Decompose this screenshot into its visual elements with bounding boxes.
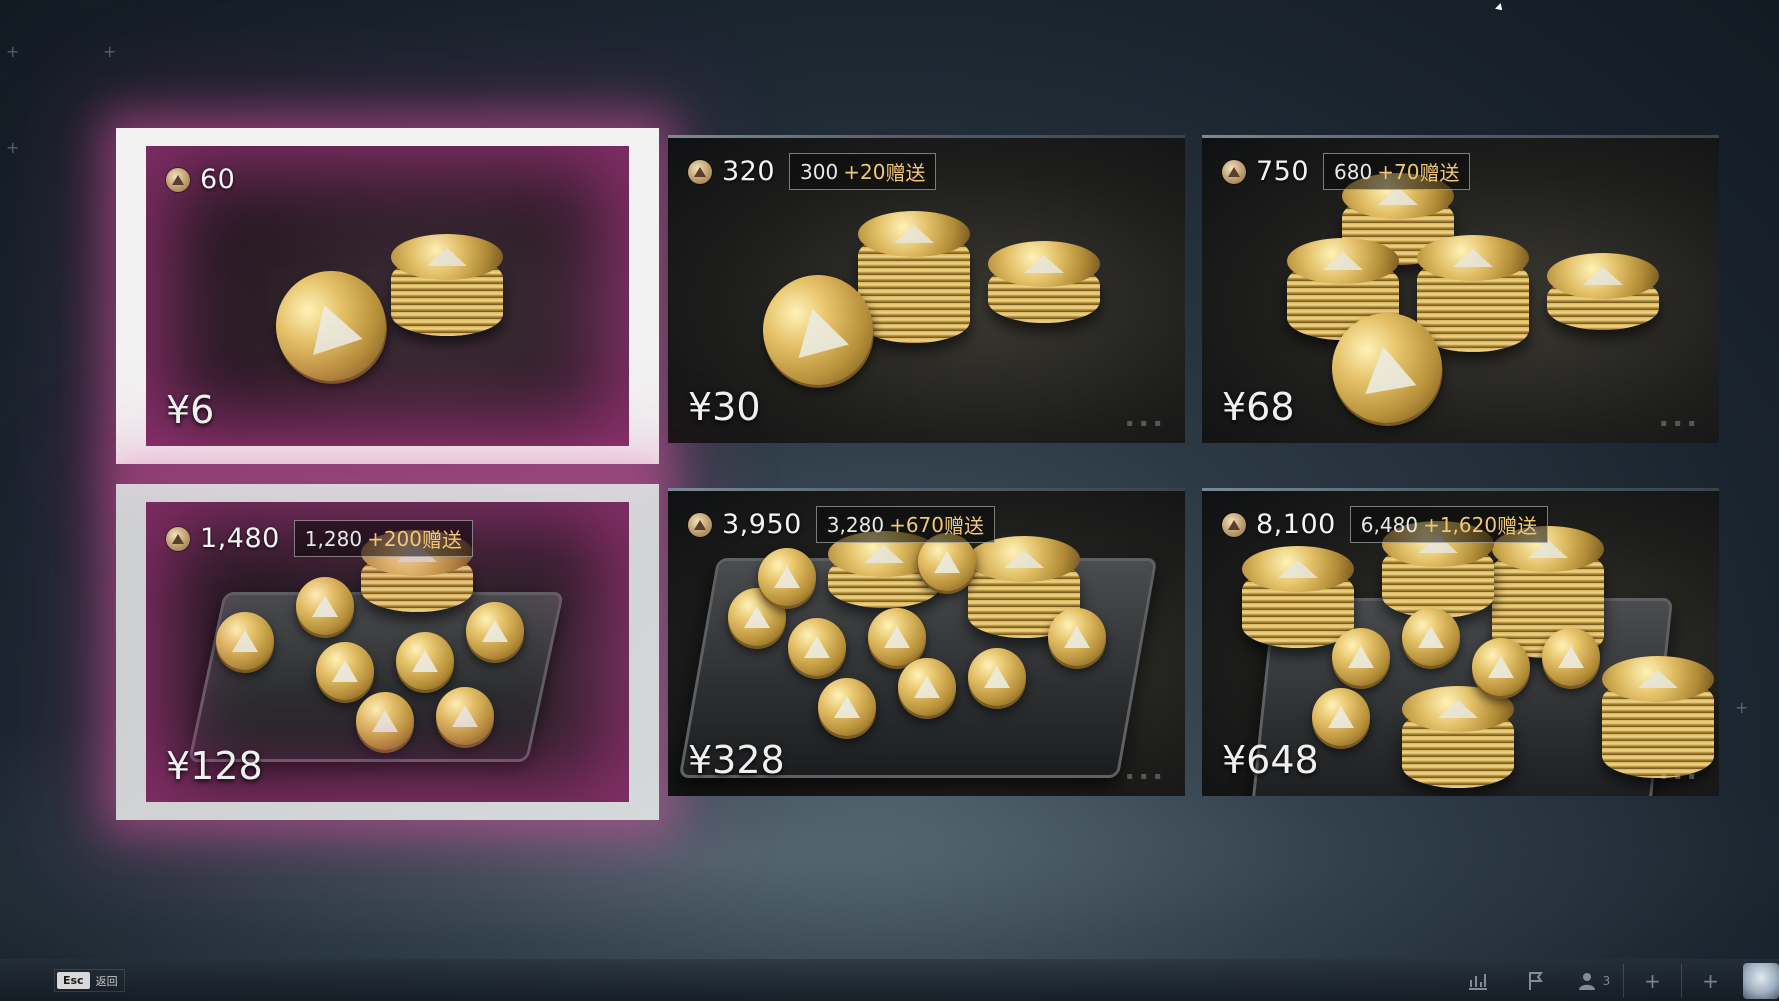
bonus-badge: 1,280 +200 赠送 [293, 520, 473, 557]
gift-label: 赠送 [1419, 161, 1460, 185]
base-amount: 300 [800, 159, 839, 184]
bottom-bar: Esc 返回 3 + + [0, 959, 1779, 1001]
bonus-amount: +20 [843, 159, 886, 184]
mouse-cursor-icon [1495, 3, 1505, 13]
corner-mark: ▪ ▪ ▪ [1660, 418, 1697, 429]
coin-amount: 8,100 [1256, 509, 1336, 540]
bonus-amount: +670 [889, 512, 944, 537]
bonus-badge: 3,280 +670 赠送 [815, 506, 995, 543]
friends-icon [1578, 973, 1595, 990]
amount-row: 1,480 1,280 +200 赠送 [166, 520, 473, 557]
bonus-badge: 6,480 +1,620 赠送 [1349, 506, 1549, 543]
gift-label: 赠送 [422, 528, 462, 552]
base-amount: 6,480 [1360, 512, 1419, 537]
decor-cross-icon: + [103, 42, 117, 61]
package-card-1480[interactable]: 1,480 1,280 +200 赠送 ¥128 [116, 484, 659, 820]
esc-key: Esc [57, 972, 90, 989]
coin-icon [688, 512, 712, 537]
stats-icon[interactable] [1449, 964, 1507, 998]
price-label: ¥30 [688, 385, 761, 429]
coin-amount: 320 [722, 156, 776, 187]
coin-icon [166, 167, 190, 192]
package-card-3950[interactable]: 3,950 3,280 +670 赠送 ¥328 ▪ ▪ ▪ [668, 488, 1185, 796]
flag-icon[interactable] [1507, 964, 1565, 998]
bonus-badge: 300 +20 赠送 [789, 153, 937, 190]
base-amount: 680 [1334, 159, 1373, 184]
coin-amount: 3,950 [722, 509, 802, 540]
coin-icon [1222, 159, 1246, 184]
plus-icon[interactable]: + [1623, 964, 1681, 998]
bottom-right-icons: 3 + + [1449, 963, 1779, 999]
coin-amount: 750 [1256, 156, 1310, 187]
price-label: ¥328 [688, 738, 785, 782]
bonus-amount: +70 [1377, 159, 1420, 184]
gift-label: 赠送 [944, 514, 984, 538]
back-label: 返回 [95, 974, 118, 988]
bonus-badge: 680 +70 赠送 [1323, 153, 1471, 190]
coin-amount: 60 [200, 164, 236, 195]
price-label: ¥648 [1222, 738, 1319, 782]
corner-mark: ▪ ▪ ▪ [1660, 771, 1697, 782]
coin-icon [166, 526, 190, 551]
coin-icon [688, 159, 712, 184]
amount-row: 3,950 3,280 +670 赠送 [688, 506, 995, 543]
friends-button[interactable]: 3 [1565, 964, 1623, 998]
amount-row: 60 [166, 164, 235, 195]
price-label: ¥128 [166, 744, 263, 788]
package-card-60[interactable]: 60 ¥6 [116, 128, 659, 464]
amount-row: 320 300 +20 赠送 [688, 153, 937, 190]
package-card-320[interactable]: 320 300 +20 赠送 ¥30 ▪ ▪ ▪ [668, 135, 1185, 443]
amount-row: 8,100 6,480 +1,620 赠送 [1222, 506, 1549, 543]
corner-mark: ▪ ▪ ▪ [1126, 418, 1163, 429]
amount-row: 750 680 +70 赠送 [1222, 153, 1471, 190]
package-card-750[interactable]: 750 680 +70 赠送 ¥68 ▪ ▪ ▪ [1202, 135, 1719, 443]
decor-cross-icon: + [6, 138, 20, 157]
base-amount: 1,280 [304, 526, 363, 551]
decor-cross-icon: + [6, 42, 20, 61]
base-amount: 3,280 [826, 512, 885, 537]
bonus-amount: +200 [367, 526, 422, 551]
coin-icon [1222, 512, 1246, 537]
price-label: ¥68 [1222, 385, 1295, 429]
bonus-amount: +1,620 [1423, 512, 1498, 537]
friends-count: 3 [1602, 974, 1611, 988]
corner-mark: ▪ ▪ ▪ [1126, 771, 1163, 782]
gift-label: 赠送 [1497, 514, 1538, 538]
plus-icon[interactable]: + [1681, 964, 1739, 998]
decor-cross-icon: + [1735, 698, 1749, 717]
back-button[interactable]: Esc 返回 [54, 969, 125, 992]
price-label: ¥6 [166, 388, 215, 432]
avatar[interactable] [1743, 963, 1779, 999]
coin-amount: 1,480 [200, 523, 280, 554]
gift-label: 赠送 [885, 161, 926, 185]
package-card-8100[interactable]: 8,100 6,480 +1,620 赠送 ¥648 ▪ ▪ ▪ [1202, 488, 1719, 796]
